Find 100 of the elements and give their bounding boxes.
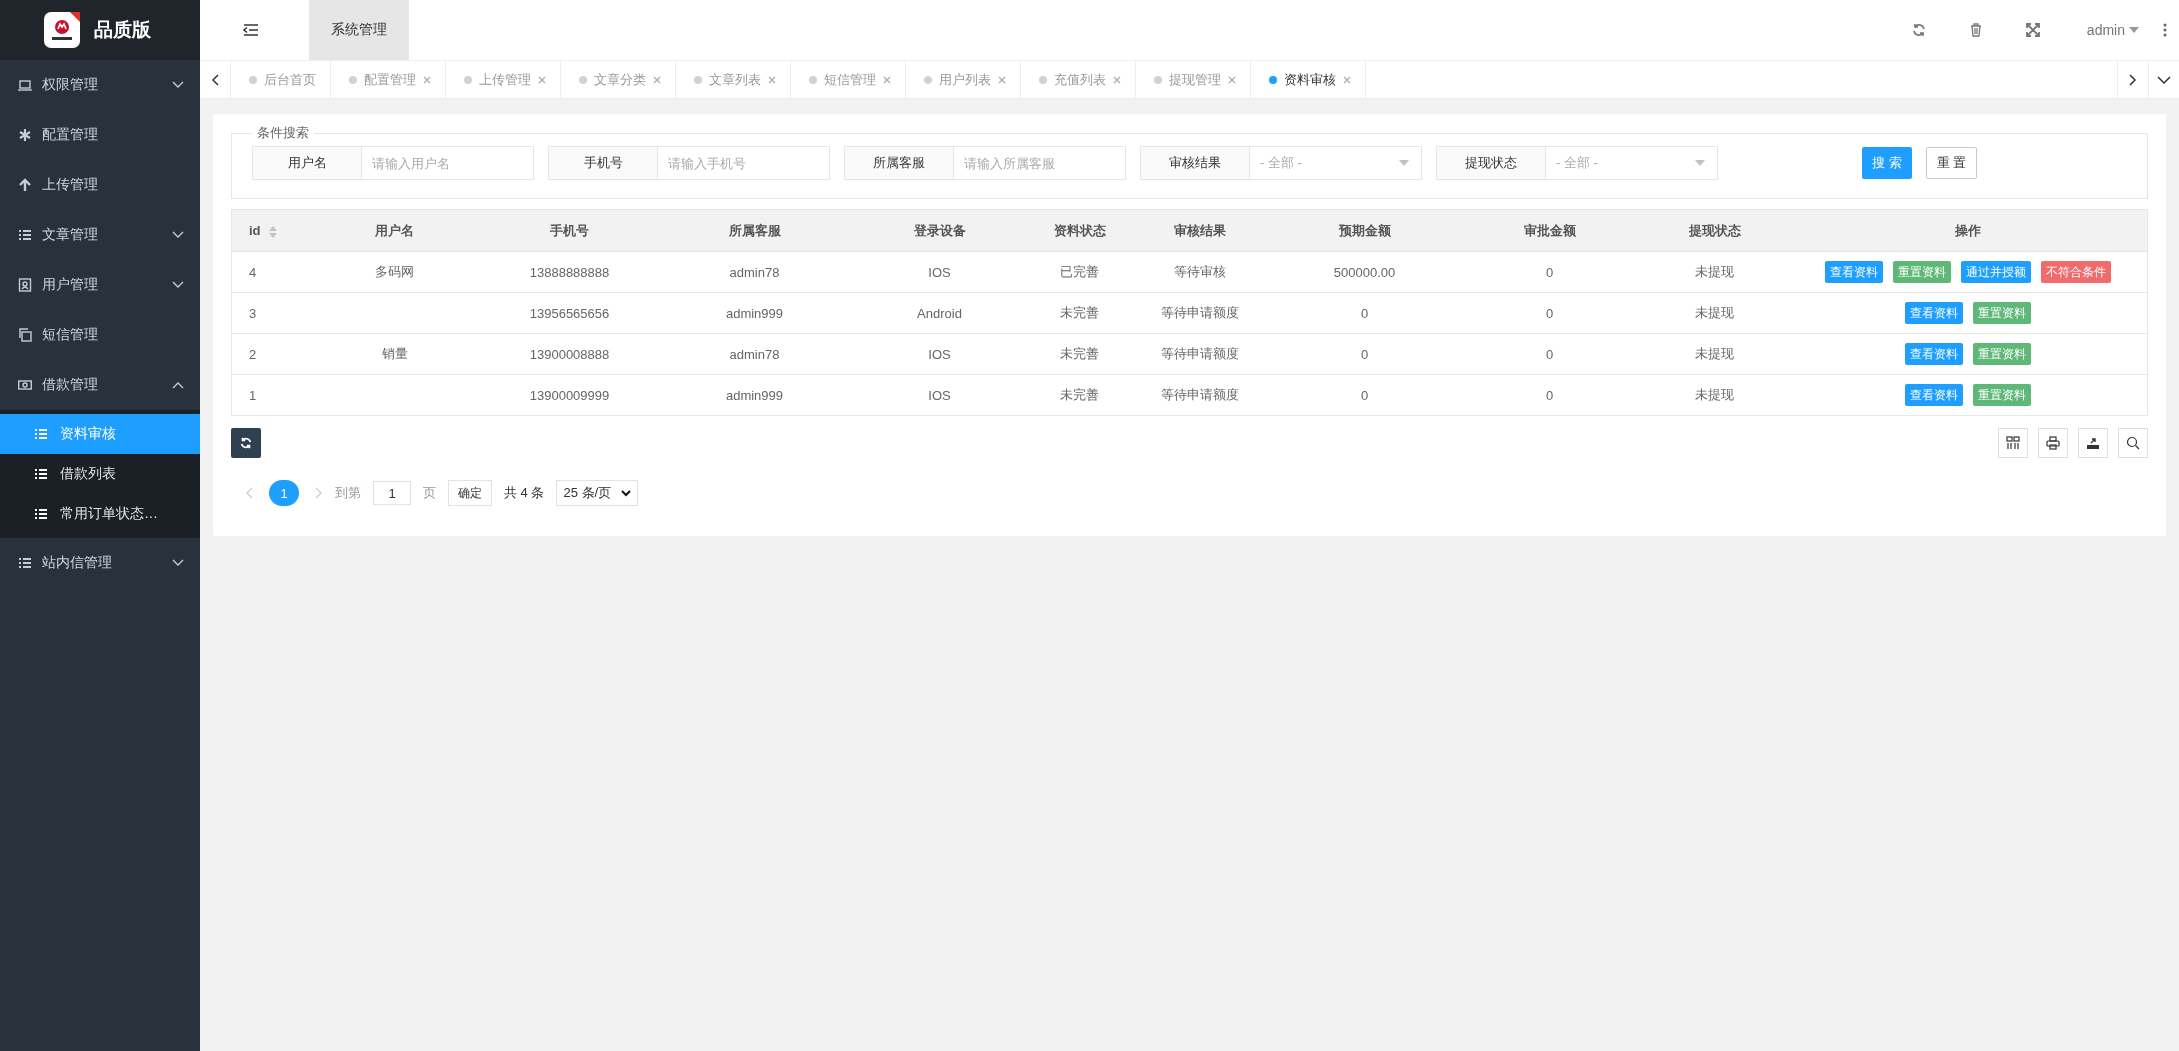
table-cell: 0 — [1360, 305, 1369, 321]
search-button[interactable]: 搜 索 — [1862, 147, 1912, 179]
page-tab[interactable]: 用户列表 — [906, 61, 1021, 98]
table-cell: IOS — [928, 264, 951, 280]
table-cell: 13956565656 — [529, 305, 610, 321]
input-field[interactable]: 请输入所属客服 — [954, 146, 1126, 180]
table-cell: 3 — [249, 305, 257, 321]
close-icon[interactable] — [1113, 75, 1121, 84]
reset-button[interactable]: 重 置 — [1925, 147, 1978, 179]
sidebar-subitem[interactable]: 常用订单状态… — [0, 494, 200, 534]
table-cell: admin999 — [725, 305, 784, 321]
close-icon[interactable] — [998, 75, 1006, 84]
list-icon — [34, 467, 48, 481]
page-tab[interactable]: 上传管理 — [446, 61, 561, 98]
laptop-icon — [18, 78, 32, 92]
sidebar-subitem[interactable]: 借款列表 — [0, 454, 200, 494]
input-field[interactable]: 请输入手机号 — [658, 146, 830, 180]
close-icon[interactable] — [538, 75, 546, 84]
action-button[interactable]: 通过并授额 — [1961, 261, 2032, 283]
input-field[interactable]: 请输入用户名 — [362, 146, 534, 180]
export-button[interactable] — [2078, 428, 2108, 458]
select-field[interactable]: - 全部 - — [1546, 146, 1718, 180]
table-cell: 13888888888 — [529, 264, 610, 280]
page-number[interactable]: 1 — [269, 480, 299, 506]
table-cell: 等待申请额度 — [1160, 346, 1239, 361]
action-button[interactable]: 重置资料 — [1973, 343, 2032, 365]
column-header: 资料状态 — [1053, 222, 1106, 238]
table-cell: 2 — [249, 346, 257, 362]
table-cell: admin999 — [725, 387, 784, 403]
action-button[interactable]: 重置资料 — [1973, 384, 2032, 406]
status-dot-icon — [464, 75, 472, 84]
action-button[interactable]: 查看资料 — [1825, 261, 1884, 283]
print-button[interactable] — [2038, 428, 2068, 458]
sidebar-item[interactable]: 短信管理 — [0, 310, 200, 360]
status-dot-icon — [924, 75, 932, 84]
table-cell: 销量 — [381, 346, 408, 361]
caret-icon — [1695, 160, 1705, 166]
refresh-icon[interactable] — [1911, 23, 1926, 37]
column-header: id — [249, 223, 261, 238]
status-dot-icon — [809, 75, 817, 84]
columns-button[interactable] — [1998, 428, 2028, 458]
chevron-down-icon — [2157, 75, 2171, 84]
table-cell: 0 — [1545, 264, 1554, 280]
table-cell: 13900008888 — [529, 346, 610, 362]
list-icon — [18, 228, 32, 242]
list-icon — [34, 507, 48, 521]
table-cell: 未提现 — [1695, 264, 1734, 279]
table-cell: 多码网 — [375, 264, 414, 279]
action-button[interactable]: 查看资料 — [1905, 384, 1964, 406]
action-button[interactable]: 不符合条件 — [2041, 261, 2112, 283]
sidebar-item[interactable]: 用户管理 — [0, 260, 200, 310]
close-icon[interactable] — [423, 75, 431, 84]
page-tab[interactable]: 文章分类 — [561, 61, 676, 98]
fullscreen-icon[interactable] — [2025, 23, 2040, 37]
column-header: 登录设备 — [913, 222, 966, 238]
page-tab[interactable]: 资料审核 — [1251, 61, 1366, 98]
sidebar-item[interactable]: 权限管理 — [0, 60, 200, 110]
list-icon — [34, 427, 48, 441]
table-cell: 0 — [1545, 305, 1554, 321]
page-size-select[interactable]: 25 条/页 — [556, 480, 639, 506]
sidebar-item[interactable]: 上传管理 — [0, 160, 200, 210]
action-button[interactable]: 查看资料 — [1905, 302, 1964, 324]
select-field[interactable]: - 全部 - — [1250, 146, 1422, 180]
column-header: 所属客服 — [728, 222, 781, 238]
page-tab[interactable]: 充值列表 — [1021, 61, 1136, 98]
menu-icon[interactable] — [243, 24, 259, 36]
table-cell: 等待审核 — [1173, 264, 1226, 279]
caret-icon — [2129, 27, 2139, 33]
trash-icon[interactable] — [1969, 23, 1982, 37]
refresh-button[interactable] — [231, 428, 261, 458]
close-icon[interactable] — [653, 75, 661, 84]
close-icon[interactable] — [883, 75, 891, 84]
search-button[interactable] — [2118, 428, 2148, 458]
nav-tab[interactable]: 系统管理 — [309, 0, 409, 60]
table-cell: admin78 — [729, 264, 780, 280]
more-icon[interactable] — [2163, 23, 2167, 37]
sidebar-item[interactable]: 借款管理 — [0, 360, 200, 410]
page-tab[interactable]: 文章列表 — [676, 61, 791, 98]
user-menu[interactable]: admin — [2086, 22, 2139, 38]
action-button[interactable]: 重置资料 — [1973, 302, 2032, 324]
sidebar-item[interactable]: 站内信管理 — [0, 538, 200, 588]
status-dot-icon — [249, 75, 257, 84]
close-icon[interactable] — [1228, 75, 1236, 84]
page-tab[interactable]: 配置管理 — [331, 61, 446, 98]
column-header: 审批金额 — [1523, 222, 1576, 238]
sidebar-subitem[interactable]: 资料审核 — [0, 414, 200, 454]
page-input[interactable]: 1 — [373, 481, 411, 505]
action-button[interactable]: 查看资料 — [1905, 343, 1964, 365]
action-button[interactable]: 重置资料 — [1893, 261, 1952, 283]
sidebar-item[interactable]: 文章管理 — [0, 210, 200, 260]
close-icon[interactable] — [768, 75, 776, 84]
status-dot-icon — [1039, 75, 1047, 84]
table-cell: 等待申请额度 — [1160, 387, 1239, 402]
close-icon[interactable] — [1343, 75, 1351, 84]
table-cell: 4 — [249, 264, 257, 280]
page-tab[interactable]: 后台首页 — [231, 61, 331, 98]
confirm-button[interactable]: 确定 — [448, 480, 492, 506]
page-tab[interactable]: 短信管理 — [791, 61, 906, 98]
page-tab[interactable]: 提现管理 — [1136, 61, 1251, 98]
sidebar-item[interactable]: 配置管理 — [0, 110, 200, 160]
